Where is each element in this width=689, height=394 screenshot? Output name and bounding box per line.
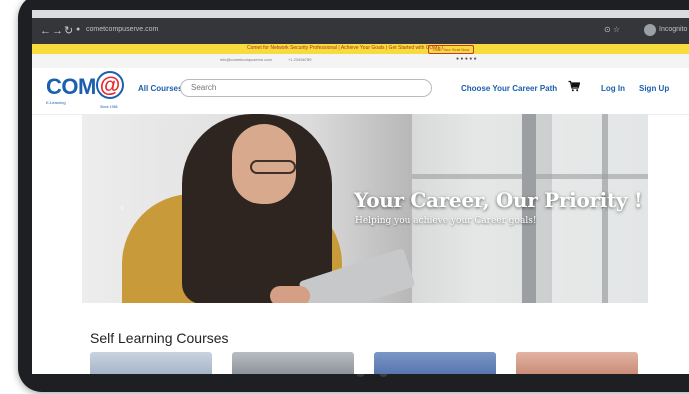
address-bar[interactable]: cometcompuserve.com (86, 26, 158, 33)
career-path-link[interactable]: Choose Your Career Path (461, 84, 557, 93)
logo-tagline: E-Learning (46, 100, 66, 105)
comet-logo[interactable]: COM @ E-Learning Since 1986 (46, 71, 128, 110)
all-courses-link[interactable]: All Courses (138, 84, 182, 93)
contact-email[interactable]: info@cometcompuserve.com (220, 57, 272, 62)
logo-text: COM (46, 74, 96, 99)
browser-chrome: ← → ↻ ● cometcompuserve.com ⊙ ☆ Incognit… (32, 10, 689, 68)
promo-banner: Comet for Network Security Professional … (32, 44, 689, 54)
course-card[interactable] (516, 352, 638, 374)
chevron-left-icon[interactable]: ‹ (120, 200, 124, 214)
promo-cta-button[interactable]: Grab Your Seat Now (428, 45, 474, 54)
search-input[interactable]: Search (180, 79, 432, 97)
website: COM @ E-Learning Since 1986 All Courses … (32, 68, 689, 374)
signup-link[interactable]: Sign Up (639, 84, 669, 93)
contact-bar: info@cometcompuserve.com +1 23456789 ● ●… (32, 54, 689, 68)
site-header: COM @ E-Learning Since 1986 All Courses … (32, 68, 689, 115)
logo-at-symbol: @ (96, 71, 124, 99)
hero-window-frame (412, 174, 648, 179)
browser-toolbar: ← → ↻ ● cometcompuserve.com ⊙ ☆ Incognit… (32, 18, 689, 44)
tablet-screen: ← → ↻ ● cometcompuserve.com ⊙ ☆ Incognit… (32, 10, 689, 374)
logo-since: Since 1986 (100, 105, 118, 109)
section-title: Self Learning Courses (90, 330, 229, 346)
social-icons[interactable]: ● ● ● ● ● (456, 56, 477, 62)
promo-text: Comet for Network Security Professional … (247, 45, 444, 51)
login-link[interactable]: Log In (601, 84, 625, 93)
course-card[interactable] (232, 352, 354, 374)
contact-phone[interactable]: +1 23456789 (288, 57, 311, 62)
hero-title: Your Career, Our Priority ! (354, 188, 643, 212)
hero-subtitle: Helping you achieve your Career goals! (355, 216, 537, 226)
info-icon[interactable]: ● (76, 26, 80, 33)
back-icon[interactable]: ← (40, 25, 51, 37)
reload-icon[interactable]: ↻ (64, 25, 73, 37)
bookmark-star-icon[interactable]: ⊙ ☆ (604, 25, 620, 34)
forward-icon[interactable]: → (52, 25, 63, 37)
incognito-icon[interactable] (644, 24, 656, 36)
hero-banner: ‹ › Your Career, Our Priority ! Helping … (82, 114, 648, 303)
profile-label: Incognito (659, 26, 688, 33)
hero-person-hand (270, 286, 310, 303)
hero-person-glasses (250, 160, 296, 174)
course-card[interactable] (374, 352, 496, 374)
cart-icon[interactable] (568, 80, 580, 92)
course-card[interactable] (90, 352, 212, 374)
